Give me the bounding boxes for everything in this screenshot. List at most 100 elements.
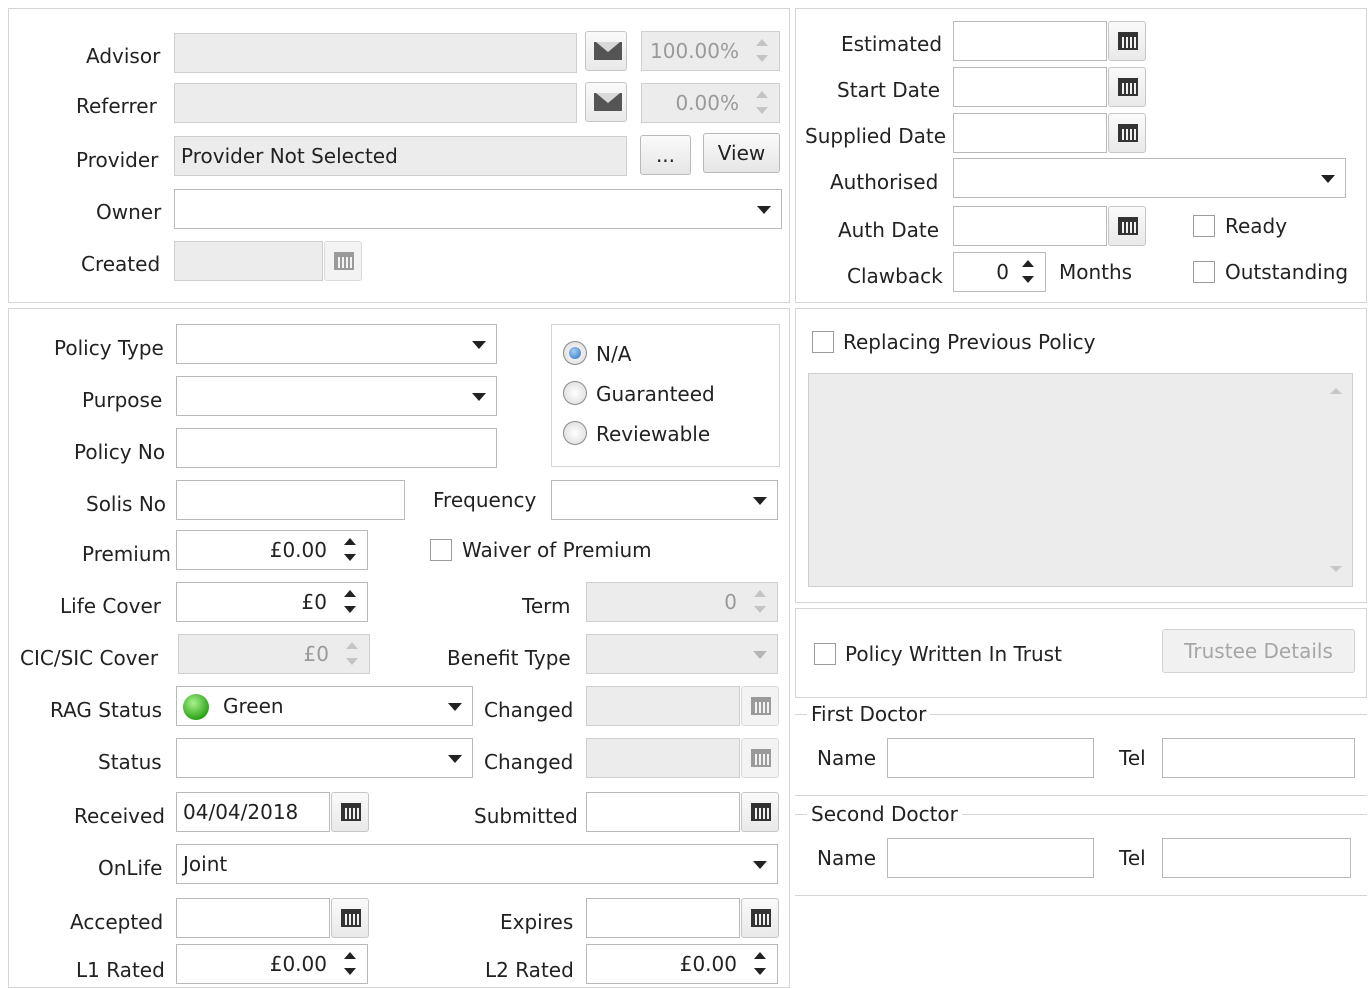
term-spinner[interactable] — [751, 586, 769, 618]
radio-guaranteed[interactable] — [563, 381, 587, 405]
replacing-checkbox[interactable] — [812, 331, 834, 353]
premium-field[interactable]: £0.00 — [176, 530, 368, 570]
first-doctor-tel-label: Tel — [1119, 746, 1146, 770]
calendar-icon — [341, 803, 361, 821]
solis-no-label: Solis No — [86, 492, 167, 516]
calendar-icon — [1118, 124, 1138, 142]
expires-label: Expires — [500, 910, 574, 934]
created-date-field[interactable] — [174, 241, 323, 281]
received-value: 04/04/2018 — [183, 800, 299, 824]
frequency-select[interactable] — [551, 480, 778, 520]
policy-no-label: Policy No — [74, 440, 166, 464]
submitted-date-field[interactable] — [586, 792, 740, 832]
referrer-percent-field[interactable]: 0.00% — [641, 83, 780, 123]
cic-spinner[interactable] — [343, 638, 361, 670]
rag-changed-calendar-button[interactable] — [741, 686, 779, 726]
email-advisor-button[interactable] — [585, 31, 627, 71]
radio-reviewable-label: Reviewable — [596, 422, 711, 446]
waiver-checkbox[interactable] — [430, 539, 452, 561]
start-date-field[interactable] — [953, 67, 1107, 107]
l2-rated-field[interactable]: £0.00 — [586, 944, 778, 984]
clawback-field[interactable]: 0 — [953, 252, 1046, 292]
chevron-down-icon — [472, 393, 486, 401]
rag-status-select[interactable]: Green — [176, 686, 473, 726]
life-cover-spinner[interactable] — [341, 586, 359, 618]
estimated-calendar-button[interactable] — [1108, 21, 1146, 61]
l2-rated-value: £0.00 — [679, 952, 737, 976]
benefit-type-select[interactable] — [586, 634, 778, 674]
calendar-icon — [751, 697, 771, 715]
clawback-spinner[interactable] — [1019, 256, 1037, 288]
referrer-field[interactable] — [174, 83, 577, 123]
accepted-calendar-button[interactable] — [331, 898, 369, 938]
first-doctor-name-field[interactable] — [887, 738, 1094, 778]
submitted-calendar-button[interactable] — [741, 792, 779, 832]
email-referrer-button[interactable] — [585, 82, 627, 122]
solis-no-field[interactable] — [176, 480, 405, 520]
scroll-down-icon[interactable] — [1330, 566, 1342, 572]
accepted-date-field[interactable] — [176, 898, 330, 938]
cic-field[interactable]: £0 — [178, 634, 370, 674]
radio-na[interactable] — [563, 341, 587, 365]
radio-reviewable[interactable] — [563, 421, 587, 445]
policy-no-field[interactable] — [176, 428, 497, 468]
second-doctor-name-label: Name — [817, 846, 877, 870]
onlife-select[interactable]: Joint — [176, 844, 778, 884]
policy-type-select[interactable] — [176, 324, 497, 364]
trust-checkbox[interactable] — [814, 643, 836, 665]
second-doctor-name-field[interactable] — [887, 838, 1094, 878]
outstanding-checkbox[interactable] — [1193, 261, 1215, 283]
l1-rated-spinner[interactable] — [341, 948, 359, 980]
owner-select[interactable] — [174, 189, 782, 229]
first-doctor-title: First Doctor — [807, 702, 931, 726]
rag-changed-label: Changed — [484, 698, 574, 722]
l1-rated-field[interactable]: £0.00 — [176, 944, 368, 984]
status-changed-field[interactable] — [586, 738, 740, 778]
envelope-icon — [594, 42, 622, 60]
term-value: 0 — [724, 590, 737, 614]
status-select[interactable] — [176, 738, 473, 778]
term-field[interactable]: 0 — [586, 582, 778, 622]
received-calendar-button[interactable] — [331, 792, 369, 832]
purpose-select[interactable] — [176, 376, 497, 416]
advisor-label: Advisor — [86, 44, 161, 68]
calendar-icon — [751, 803, 771, 821]
received-date-field[interactable]: 04/04/2018 — [176, 792, 330, 832]
first-doctor-tel-field[interactable] — [1162, 738, 1355, 778]
estimated-label: Estimated — [841, 32, 943, 56]
calendar-icon — [1118, 32, 1138, 50]
referrer-percent-spinner[interactable] — [753, 87, 771, 119]
advisor-percent-field[interactable]: 100.00% — [641, 31, 780, 71]
expires-date-field[interactable] — [586, 898, 740, 938]
provider-browse-button[interactable]: ... — [640, 135, 691, 175]
rag-changed-field[interactable] — [586, 686, 740, 726]
premium-spinner[interactable] — [341, 534, 359, 566]
created-calendar-button[interactable] — [324, 241, 362, 281]
life-cover-field[interactable]: £0 — [176, 582, 368, 622]
auth-date-field[interactable] — [953, 206, 1107, 246]
estimated-date-field[interactable] — [953, 21, 1107, 61]
advisor-percent-spinner[interactable] — [753, 35, 771, 67]
start-date-calendar-button[interactable] — [1108, 67, 1146, 107]
supplied-date-field[interactable] — [953, 113, 1107, 153]
ready-checkbox[interactable] — [1193, 215, 1215, 237]
provider-view-button[interactable]: View — [703, 133, 780, 173]
l2-rated-spinner[interactable] — [751, 948, 769, 980]
status-changed-label: Changed — [484, 750, 574, 774]
advisor-field[interactable] — [174, 33, 577, 73]
scroll-up-icon[interactable] — [1330, 388, 1342, 394]
authorised-select[interactable] — [953, 158, 1346, 198]
expires-calendar-button[interactable] — [741, 898, 779, 938]
supplied-date-calendar-button[interactable] — [1108, 113, 1146, 153]
auth-date-calendar-button[interactable] — [1108, 206, 1146, 246]
created-label: Created — [81, 252, 161, 276]
replacing-notes[interactable] — [808, 373, 1353, 587]
second-doctor-tel-field[interactable] — [1162, 838, 1351, 878]
submitted-label: Submitted — [474, 804, 578, 828]
ready-label: Ready — [1225, 214, 1288, 238]
trustee-details-button[interactable]: Trustee Details — [1162, 629, 1355, 673]
status-changed-calendar-button[interactable] — [741, 738, 779, 778]
replacing-label: Replacing Previous Policy — [843, 330, 1096, 354]
provider-field[interactable]: Provider Not Selected — [174, 136, 627, 176]
l2-rated-label: L2 Rated — [485, 958, 574, 982]
